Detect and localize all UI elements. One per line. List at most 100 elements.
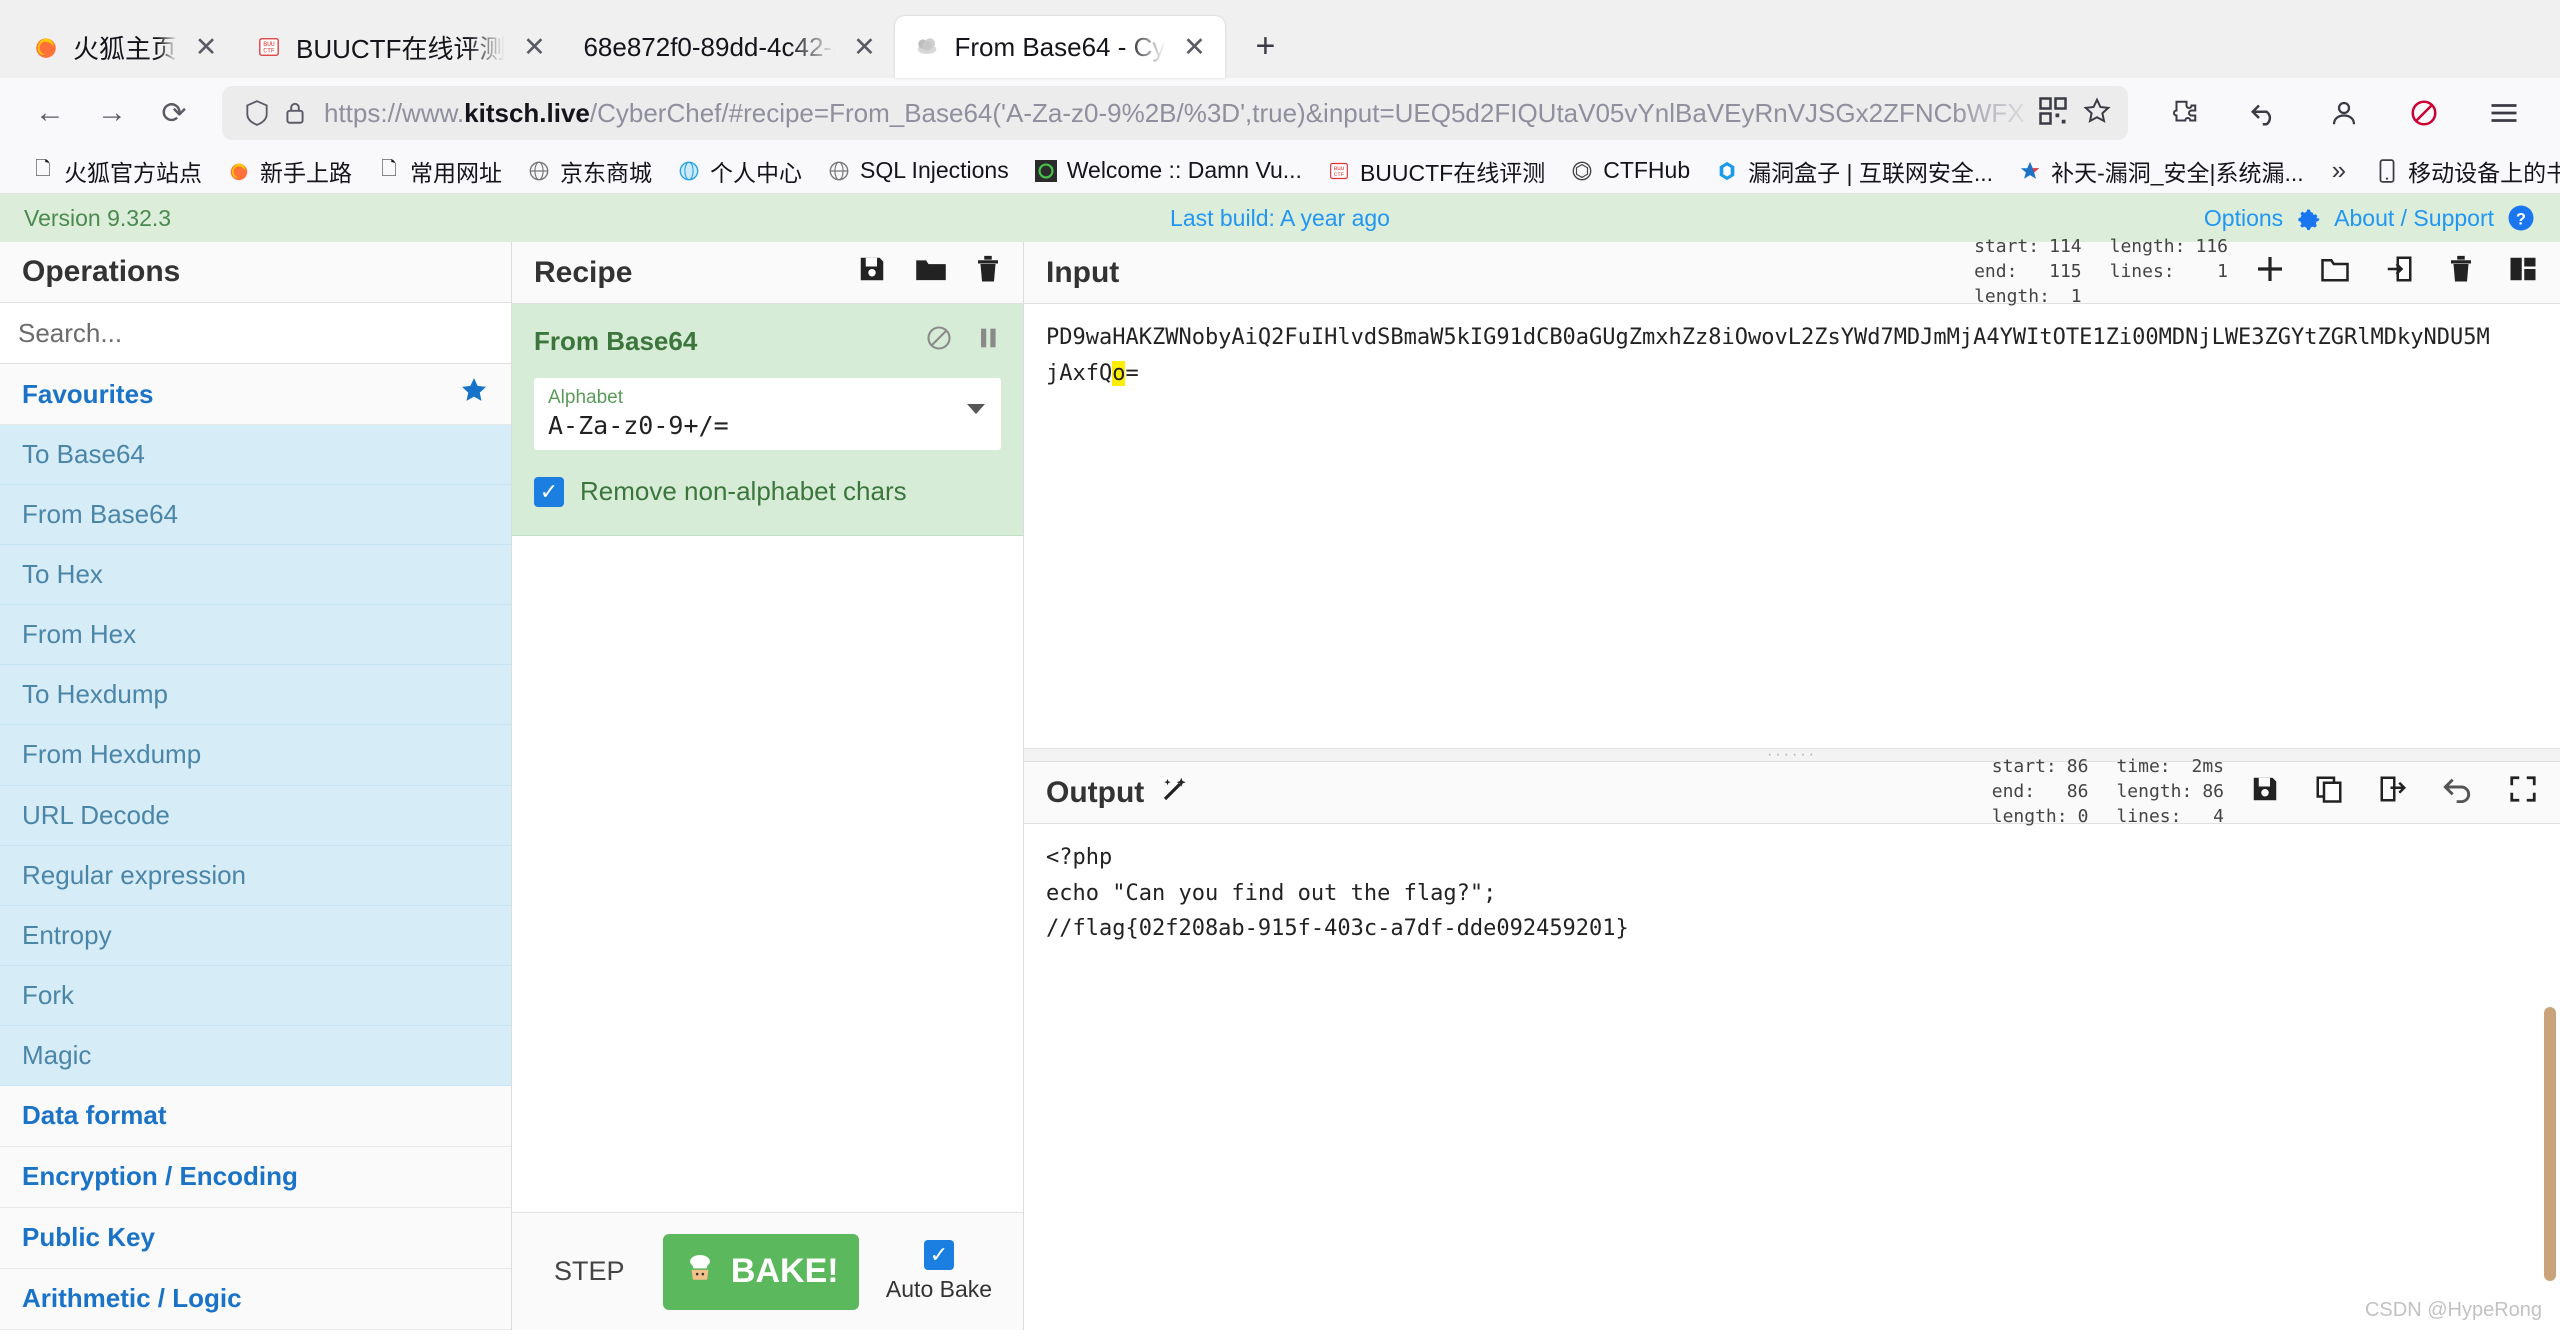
save-icon[interactable]	[2250, 774, 2280, 812]
operation-item[interactable]: URL Decode	[0, 785, 511, 846]
bookmarks-overflow-icon[interactable]: »	[2316, 155, 2362, 186]
operation-item[interactable]: From Hex	[0, 605, 511, 666]
close-icon[interactable]: ✕	[189, 30, 223, 64]
remove-non-alphabet-row[interactable]: ✓ Remove non-alphabet chars	[534, 476, 1001, 507]
undo-icon[interactable]	[2442, 775, 2474, 811]
input-textarea[interactable]: PD9waHAKZWNobyAiQ2FuIHlvdSBmaW5kIG91dCB0…	[1024, 304, 2560, 748]
category-public-key[interactable]: Public Key	[0, 1207, 511, 1269]
clear-icon[interactable]	[2448, 254, 2474, 292]
operation-item[interactable]: Regular expression	[0, 845, 511, 906]
chevron-down-icon[interactable]	[967, 404, 985, 414]
svg-text:CTF: CTF	[1334, 171, 1345, 178]
step-button[interactable]: STEP	[532, 1256, 647, 1287]
bookmark-item[interactable]: 漏洞盒子 | 互联网安全...	[1702, 151, 2005, 191]
output-line: <?php	[1046, 845, 1113, 870]
checkbox-checked-icon[interactable]: ✓	[534, 476, 564, 507]
svg-text:?: ?	[2516, 210, 2526, 228]
menu-icon[interactable]	[2476, 85, 2532, 141]
recipe-operation-controls	[925, 324, 1001, 359]
undo-icon[interactable]	[2236, 85, 2292, 141]
account-icon[interactable]	[2316, 85, 2372, 141]
open-input-icon[interactable]	[2384, 254, 2414, 292]
category-data-format[interactable]: Data format	[0, 1085, 511, 1147]
scrollbar-thumb[interactable]	[2544, 1007, 2556, 1281]
bookmark-item[interactable]: BUU CTF BUUCTF在线评测	[1314, 151, 1557, 191]
alphabet-dropdown[interactable]: Alphabet A-Za-z0-9+/=	[534, 378, 1001, 450]
shield-icon[interactable]	[238, 99, 276, 127]
bookmark-item[interactable]: 补天-漏洞_安全|系统漏...	[2005, 151, 2316, 191]
mobile-bookmarks-item[interactable]: 移动设备上的书签	[2362, 151, 2560, 191]
bookmark-item[interactable]: CTFHub	[1557, 151, 1702, 191]
category-arithmetic-logic[interactable]: Arithmetic / Logic	[0, 1268, 511, 1330]
forward-icon[interactable]: →	[84, 85, 140, 141]
category-favourites[interactable]: Favourites	[0, 364, 511, 426]
browser-tab[interactable]: 火狐主页 ✕	[14, 16, 237, 78]
disable-icon[interactable]	[925, 324, 953, 359]
save-icon[interactable]	[857, 254, 887, 292]
alphabet-value[interactable]: A-Za-z0-9+/=	[548, 411, 729, 440]
address-bar[interactable]: https://www.kitsch.live/CyberChef/#recip…	[222, 86, 2128, 140]
recipe-operation-from-base64[interactable]: From Base64 Alphabet A-Za-z0-9+/= ✓ Remo…	[512, 304, 1023, 536]
bookmarks-toolbar: 🗋 火狐官方站点 新手上路 🗋 常用网址 京东商城 个人中心 SQL Injecti…	[0, 148, 2560, 194]
bookmark-item[interactable]: Welcome :: Damn Vu...	[1021, 151, 1314, 191]
category-encryption-encoding[interactable]: Encryption / Encoding	[0, 1146, 511, 1208]
new-tab-button[interactable]: +	[1241, 22, 1289, 70]
operation-item[interactable]: To Base64	[0, 425, 511, 486]
bookmark-item[interactable]: 个人中心	[664, 151, 814, 191]
folder-icon[interactable]	[915, 254, 947, 292]
bookmark-star-icon[interactable]	[2082, 96, 2112, 131]
last-build-label[interactable]: Last build: A year ago	[0, 205, 2560, 232]
shield-blocked-icon[interactable]	[2396, 85, 2452, 141]
lock-icon[interactable]	[276, 100, 314, 126]
gear-icon[interactable]	[2295, 205, 2322, 232]
auto-bake-toggle[interactable]: ✓ Auto Bake	[875, 1240, 1003, 1303]
copy-icon[interactable]	[2314, 774, 2344, 812]
bookmark-item[interactable]: 京东商城	[514, 151, 664, 191]
operation-item[interactable]: To Hex	[0, 545, 511, 606]
browser-window: 火狐主页 ✕ BUU CTF BUUCTF在线评测 ✕ 68e872f0-89dd…	[0, 0, 2560, 194]
close-icon[interactable]: ✕	[517, 30, 551, 64]
qr-code-icon[interactable]	[2038, 96, 2068, 131]
browser-tab[interactable]: 68e872f0-89dd-4c42-8515-a ✕	[565, 16, 895, 78]
back-icon[interactable]: ←	[22, 85, 78, 141]
operation-item[interactable]: From Base64	[0, 485, 511, 546]
extensions-icon[interactable]	[2156, 85, 2212, 141]
bookmark-item[interactable]: 新手上路	[214, 151, 364, 191]
close-icon[interactable]: ✕	[1177, 30, 1211, 64]
bake-button[interactable]: BAKE!	[662, 1233, 859, 1310]
checkbox-checked-icon[interactable]: ✓	[924, 1240, 954, 1270]
help-icon[interactable]: ?	[2506, 203, 2536, 233]
pause-icon[interactable]	[975, 324, 1001, 359]
replace-input-icon[interactable]	[2378, 774, 2408, 812]
bookmark-item[interactable]: 🗋 常用网址	[364, 151, 514, 191]
about-support-link[interactable]: About / Support	[2334, 205, 2494, 232]
io-splitter[interactable]: ······	[1024, 746, 2560, 763]
reload-icon[interactable]: ⟳	[146, 85, 202, 141]
bookmark-item[interactable]: 🗋 火狐官方站点	[18, 151, 214, 191]
add-icon[interactable]	[2254, 253, 2286, 293]
search-input[interactable]	[16, 316, 495, 350]
maximise-icon[interactable]	[2508, 774, 2538, 812]
output-scrollbar[interactable]	[2542, 342, 2558, 1320]
open-folder-icon[interactable]	[2320, 254, 2350, 292]
operation-item[interactable]: To Hexdump	[0, 665, 511, 726]
bookmark-label: BUUCTF在线评测	[1359, 159, 1546, 186]
operations-search[interactable]	[0, 303, 511, 365]
operation-item[interactable]: From Hexdump	[0, 725, 511, 786]
operation-item[interactable]: Entropy	[0, 905, 511, 966]
buuctf-icon: BUU CTF	[255, 33, 283, 61]
url-text[interactable]: https://www.kitsch.live/CyberChef/#recip…	[324, 98, 2038, 129]
browser-tab-active[interactable]: From Base64 - CyberChef ✕	[895, 16, 1226, 78]
browser-tab[interactable]: BUU CTF BUUCTF在线评测 ✕	[237, 16, 565, 78]
magic-wand-icon[interactable]	[1160, 774, 1190, 811]
options-link[interactable]: Options	[2204, 205, 2283, 232]
output-header: Output start: 86 end: 86 length: 0 time: 2ms…	[1024, 756, 2560, 827]
operations-title: Operations	[0, 242, 511, 304]
tabs-icon[interactable]	[2508, 254, 2538, 292]
output-textarea[interactable]: <?php echo "Can you find out the flag?"; /…	[1024, 824, 2560, 1330]
operation-item[interactable]: Magic	[0, 1025, 511, 1086]
close-icon[interactable]: ✕	[847, 30, 881, 64]
operation-item[interactable]: Fork	[0, 965, 511, 1026]
trash-icon[interactable]	[975, 254, 1001, 292]
bookmark-item[interactable]: SQL Injections	[814, 151, 1021, 191]
